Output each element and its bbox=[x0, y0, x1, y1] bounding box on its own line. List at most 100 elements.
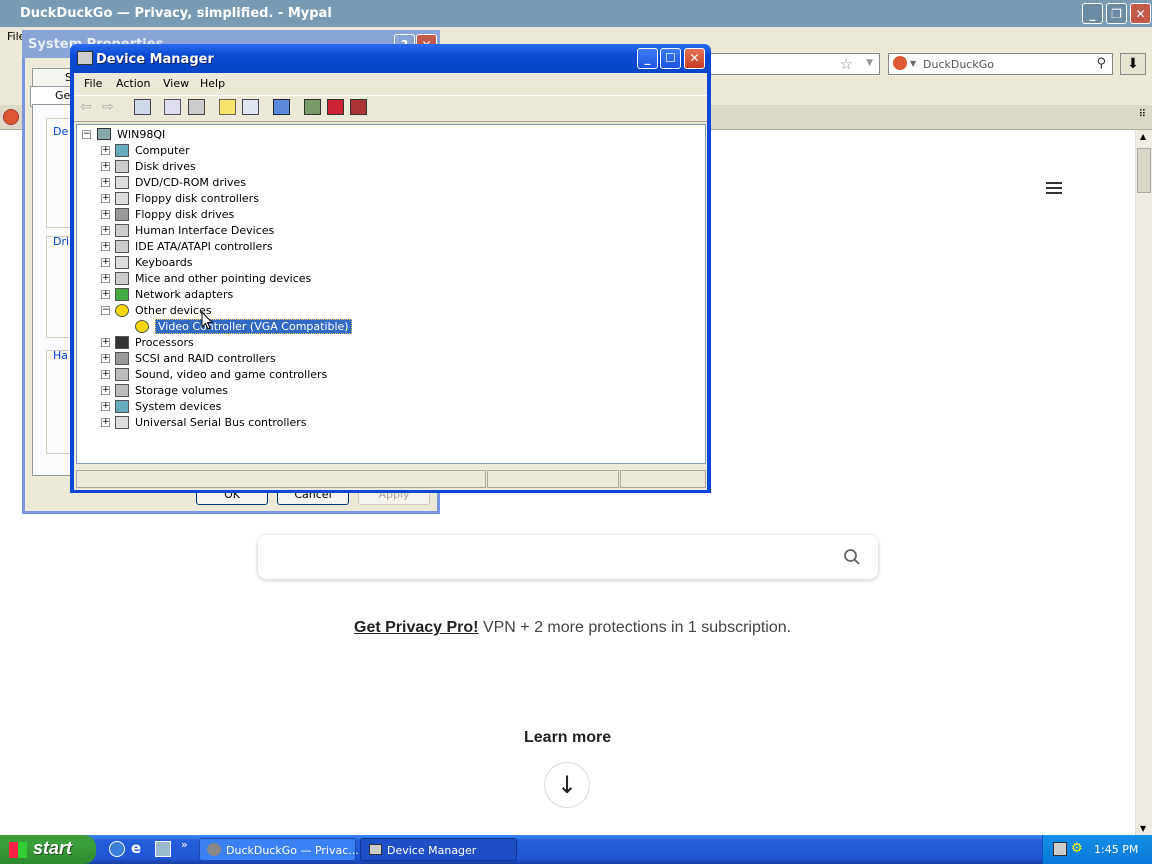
tab-favicon-icon[interactable] bbox=[3, 109, 19, 125]
tree-item-label: Storage volumes bbox=[135, 384, 229, 397]
taskbar-item-label: DuckDuckGo — Privac... bbox=[226, 844, 359, 857]
bookmark-star-icon[interactable]: ☆ bbox=[840, 55, 853, 73]
device-tree[interactable]: − WIN98QI + Computer + Disk drives + DVD/CD-R… bbox=[76, 124, 706, 464]
url-bar[interactable]: ☆ ▼ bbox=[690, 53, 880, 75]
tree-item-label: SCSI and RAID controllers bbox=[135, 352, 276, 365]
maximize-button[interactable]: ☐ bbox=[660, 48, 681, 69]
promo-description: VPN + 2 more protections in 1 subscripti… bbox=[478, 619, 792, 636]
device-manager-menubar: File Action View Help bbox=[74, 73, 707, 93]
menu-file[interactable]: File bbox=[84, 77, 102, 90]
cd-drive-icon bbox=[115, 176, 129, 189]
tab-s[interactable]: S bbox=[32, 68, 74, 88]
ddg-search-input[interactable] bbox=[258, 535, 878, 579]
expand-icon[interactable]: + bbox=[101, 146, 110, 155]
windows-logo-icon bbox=[9, 842, 27, 858]
expand-icon[interactable]: + bbox=[101, 370, 110, 379]
scroll-thumb[interactable] bbox=[1137, 148, 1151, 193]
minimize-button[interactable]: _ bbox=[637, 48, 658, 69]
processor-icon bbox=[115, 336, 129, 349]
expand-icon[interactable]: + bbox=[101, 418, 110, 427]
promo-text: Get Privacy Pro! VPN + 2 more protection… bbox=[354, 619, 791, 637]
device-manager-icon bbox=[369, 844, 382, 855]
show-hide-tree-icon[interactable] bbox=[134, 99, 151, 115]
hamburger-menu-icon[interactable] bbox=[1046, 182, 1062, 196]
search-icon[interactable]: ⚲ bbox=[1096, 56, 1106, 71]
scroll-up-icon[interactable]: ▲ bbox=[1140, 132, 1146, 141]
restore-button[interactable]: ❐ bbox=[1106, 3, 1127, 24]
forward-arrow-icon[interactable]: ⇨ bbox=[102, 99, 119, 115]
tree-item-label: System devices bbox=[135, 400, 222, 413]
expand-icon[interactable]: + bbox=[101, 386, 110, 395]
taskbar bbox=[0, 835, 1152, 864]
menu-view[interactable]: View bbox=[163, 77, 189, 90]
minimize-button[interactable]: _ bbox=[1082, 3, 1103, 24]
scan-hardware-icon[interactable] bbox=[273, 99, 290, 115]
firefox-quicklaunch-icon[interactable] bbox=[109, 841, 125, 857]
view-icon[interactable] bbox=[242, 99, 259, 115]
update-driver-icon[interactable] bbox=[304, 99, 321, 115]
expand-icon[interactable]: + bbox=[101, 178, 110, 187]
tree-item-label: Processors bbox=[135, 336, 194, 349]
download-button[interactable]: ⬇ bbox=[1120, 53, 1146, 75]
close-button[interactable]: ✕ bbox=[684, 48, 705, 69]
expand-icon[interactable]: + bbox=[101, 354, 110, 363]
print-icon[interactable] bbox=[188, 99, 205, 115]
privacy-pro-link[interactable]: Get Privacy Pro! bbox=[354, 619, 479, 636]
floppy-controller-icon bbox=[115, 192, 129, 205]
properties-icon[interactable] bbox=[164, 99, 181, 115]
computer-icon bbox=[115, 144, 129, 157]
expand-icon[interactable]: + bbox=[101, 210, 110, 219]
expand-icon[interactable]: + bbox=[101, 226, 110, 235]
taskbar-item-device-manager[interactable]: Device Manager bbox=[360, 838, 517, 861]
help-icon[interactable] bbox=[219, 99, 236, 115]
menu-action[interactable]: Action bbox=[116, 77, 150, 90]
tab-list-icon[interactable]: ⠿ bbox=[1139, 109, 1146, 120]
learn-more-label: Learn more bbox=[524, 729, 612, 746]
network-icon bbox=[115, 288, 129, 301]
search-icon[interactable] bbox=[843, 548, 861, 566]
search-engine-box[interactable]: ▼ DuckDuckGo ⚲ bbox=[888, 53, 1113, 75]
hid-icon bbox=[115, 224, 129, 237]
collapse-icon[interactable]: − bbox=[101, 306, 110, 315]
chevron-down-icon[interactable]: ▼ bbox=[910, 59, 916, 68]
expand-icon[interactable]: + bbox=[101, 162, 110, 171]
expand-icon[interactable]: + bbox=[101, 338, 110, 347]
chevron-right-icon[interactable]: » bbox=[181, 838, 188, 851]
expand-icon[interactable]: + bbox=[101, 290, 110, 299]
disable-device-icon[interactable] bbox=[350, 99, 367, 115]
tree-item-label: Mice and other pointing devices bbox=[135, 272, 312, 285]
taskbar-item-browser[interactable]: DuckDuckGo — Privac... bbox=[199, 838, 359, 861]
usb-icon bbox=[115, 416, 129, 429]
sound-icon bbox=[115, 368, 129, 381]
expand-icon[interactable]: + bbox=[101, 258, 110, 267]
collapse-icon[interactable]: − bbox=[82, 130, 91, 139]
expand-icon[interactable]: + bbox=[101, 274, 110, 283]
device-manager-title: Device Manager bbox=[96, 52, 214, 67]
uninstall-icon[interactable] bbox=[327, 99, 344, 115]
chevron-down-icon[interactable]: ▼ bbox=[866, 58, 873, 68]
mouse-cursor-icon bbox=[201, 311, 213, 330]
floppy-drive-icon bbox=[115, 208, 129, 221]
show-desktop-icon[interactable] bbox=[155, 841, 171, 857]
close-button[interactable]: ✕ bbox=[1130, 3, 1151, 24]
device-manager-title-bar: Device Manager _ ☐ ✕ bbox=[70, 44, 711, 73]
back-arrow-icon[interactable]: ⇦ bbox=[80, 99, 97, 115]
arrow-down-icon[interactable]: ↓ bbox=[544, 762, 590, 808]
tree-item-label: Human Interface Devices bbox=[135, 224, 275, 237]
safely-remove-tray-icon[interactable]: ⚙ bbox=[1071, 841, 1083, 856]
tree-item-label: Floppy disk controllers bbox=[135, 192, 259, 205]
ie-quicklaunch-icon[interactable]: e bbox=[131, 839, 141, 857]
menu-help[interactable]: Help bbox=[200, 77, 225, 90]
duckduckgo-logo-icon[interactable] bbox=[893, 56, 907, 70]
network-tray-icon[interactable] bbox=[1053, 842, 1067, 856]
tree-item-label: Video Controller (VGA Compatible) bbox=[155, 319, 352, 334]
start-button[interactable]: start bbox=[0, 835, 96, 864]
expand-icon[interactable]: + bbox=[101, 402, 110, 411]
browser-title: DuckDuckGo — Privacy, simplified. - Mypa… bbox=[20, 6, 332, 21]
tree-item-label: Keyboards bbox=[135, 256, 193, 269]
tree-item-label: Disk drives bbox=[135, 160, 196, 173]
expand-icon[interactable]: + bbox=[101, 194, 110, 203]
scroll-down-icon[interactable]: ▼ bbox=[1140, 824, 1146, 833]
scrollbar[interactable]: ▲ ▼ bbox=[1135, 130, 1152, 835]
expand-icon[interactable]: + bbox=[101, 242, 110, 251]
